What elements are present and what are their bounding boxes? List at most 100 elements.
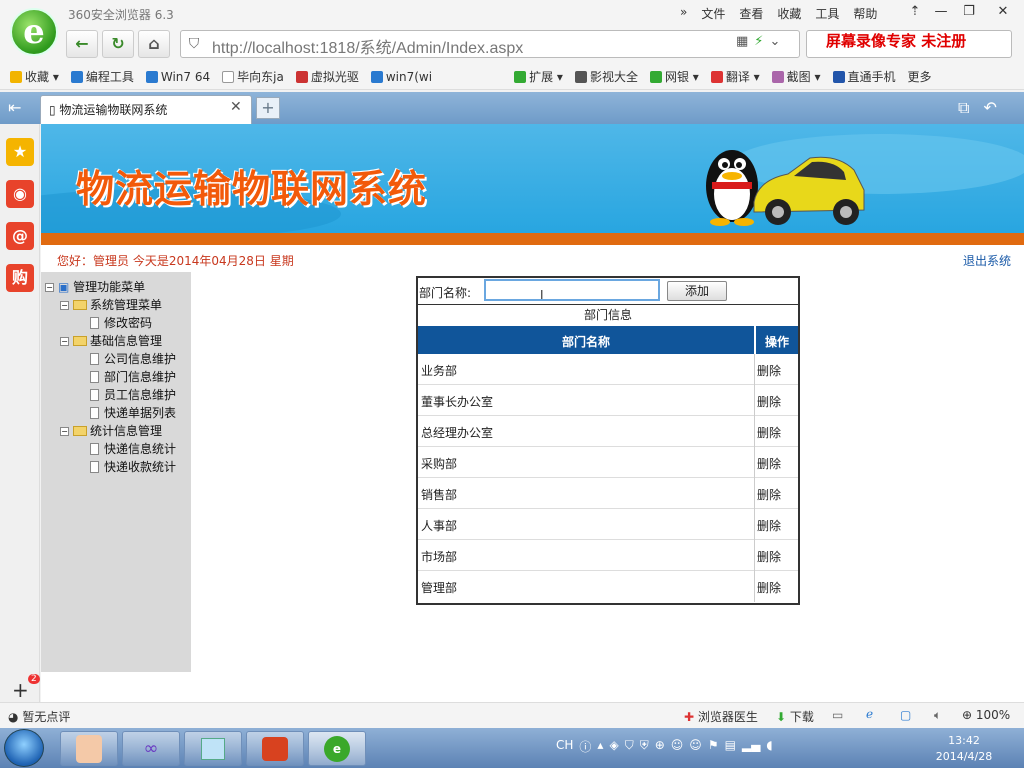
delete-link[interactable]: 删除 [757, 455, 781, 472]
undo-close-icon[interactable]: ↶ [983, 98, 996, 118]
tree-item-payment-stats[interactable]: 快递收款统计 [90, 458, 176, 475]
download-button[interactable]: ⬇ 下载 [776, 708, 814, 725]
window-icon[interactable]: ▢ [900, 708, 911, 722]
address-url[interactable]: http://localhost:1818/系统/Admin/Index.asp… [212, 34, 523, 58]
restore-icon[interactable]: ❐ [954, 2, 984, 22]
bookmark-item[interactable]: 影视大全 [574, 68, 638, 85]
tree-item-department[interactable]: 部门信息维护 [90, 368, 176, 385]
sidebar-toggle-icon[interactable]: ⇤ [8, 98, 21, 117]
device-icon[interactable]: ▤ [725, 738, 736, 755]
logout-link[interactable]: 退出系统 [963, 252, 1011, 269]
menu-more[interactable]: » [680, 5, 687, 22]
taskbar-app-browser[interactable]: e [308, 731, 366, 766]
qq-icon[interactable]: ☺ [689, 738, 702, 755]
add-button[interactable]: 添加 [667, 281, 727, 301]
browser-menu-bar: » 文件 查看 收藏 工具 帮助 [680, 5, 877, 22]
close-window-icon[interactable]: ✕ [988, 2, 1018, 22]
tree-item-express-list[interactable]: 快递单据列表 [90, 404, 176, 421]
tree-group-basic[interactable]: − 基础信息管理 [60, 332, 162, 349]
video-icon [574, 71, 587, 83]
ie-icon[interactable]: ℯ [866, 707, 873, 721]
bookmark-item[interactable]: win7(wi [370, 70, 432, 84]
delete-link[interactable]: 删除 [757, 424, 781, 441]
home-icon[interactable]: ⌂ [138, 30, 170, 58]
tree-group-system[interactable]: − 系统管理菜单 [60, 296, 162, 313]
delete-link[interactable]: 删除 [757, 579, 781, 596]
bookmark-item[interactable]: 网银 ▾ [649, 68, 699, 85]
bookmark-extensions[interactable]: 扩展 ▾ [514, 68, 563, 85]
bookmark-item[interactable]: 虚拟光驱 [295, 68, 359, 85]
bookmark-more[interactable]: 更多 [908, 68, 932, 85]
tree-item-express-stats[interactable]: 快递信息统计 [90, 440, 176, 457]
add-sidebar-icon[interactable]: + [12, 678, 29, 702]
tree-item-company[interactable]: 公司信息维护 [90, 350, 176, 367]
collapse-icon[interactable]: − [45, 283, 54, 292]
favorites-star-icon[interactable]: ★ [6, 138, 34, 166]
bookmark-item[interactable]: 毕向东ja [222, 68, 284, 85]
tray-arrow-icon[interactable]: ▴ [597, 738, 603, 755]
collapse-icon[interactable]: − [60, 301, 69, 310]
mail-icon[interactable]: @ [6, 222, 34, 250]
back-arrow-icon[interactable]: ← [66, 30, 98, 58]
shield-icon[interactable]: ⛉ [625, 738, 634, 755]
delete-link[interactable]: 删除 [757, 548, 781, 565]
refresh-icon[interactable]: ↻ [102, 30, 134, 58]
menu-view[interactable]: 查看 [739, 5, 763, 22]
ime-indicator[interactable]: CH [556, 738, 573, 755]
tree-group-stats[interactable]: − 统计信息管理 [60, 422, 162, 439]
flag-icon[interactable]: ⚑ [708, 738, 719, 755]
delete-link[interactable]: 删除 [757, 393, 781, 410]
bookmark-item[interactable]: 截图 ▾ [771, 68, 821, 85]
weibo-icon[interactable]: ◉ [6, 180, 34, 208]
bookmark-item[interactable]: Win7 64 [145, 70, 210, 84]
taskbar-app-recorder[interactable] [246, 731, 304, 766]
tree-item-employee[interactable]: 员工信息维护 [90, 386, 176, 403]
tree-item-change-password[interactable]: 修改密码 [90, 314, 152, 331]
tree-root[interactable]: − ▣ 管理功能菜单 [45, 278, 145, 295]
department-name-cell: 总经理办公室 [421, 426, 494, 440]
delete-link[interactable]: 删除 [757, 517, 781, 534]
collapse-icon[interactable]: − [60, 337, 69, 346]
browser-logo-icon[interactable]: e [10, 8, 58, 56]
network-icon[interactable]: ◈ [609, 738, 618, 755]
shield-icon[interactable]: ⛉ [184, 34, 204, 54]
menu-tools[interactable]: 工具 [815, 5, 839, 22]
tab-active[interactable]: ▯ 物流运输物联网系统 [40, 95, 252, 124]
rating-status[interactable]: ◕ 暂无点评 [8, 708, 70, 725]
delete-link[interactable]: 删除 [757, 486, 781, 503]
browser-doctor[interactable]: ✚ 浏览器医生 [684, 708, 758, 725]
menu-file[interactable]: 文件 [701, 5, 725, 22]
shopping-icon[interactable]: 购 [6, 264, 34, 292]
minimize-icon[interactable]: — [926, 2, 956, 22]
plus-icon[interactable]: ⊕ [655, 738, 665, 755]
volume-icon[interactable]: 🔈︎ [934, 708, 941, 723]
qq-icon[interactable]: ☺ [671, 738, 684, 755]
new-tab-button[interactable]: + [256, 97, 280, 119]
taskbar-clock[interactable]: 13:42 2014/4/28 [924, 733, 1004, 765]
bookmark-item[interactable]: 翻译 ▾ [710, 68, 760, 85]
help-icon[interactable]: ⓘ [579, 738, 591, 755]
close-tab-icon[interactable]: ✕ [230, 99, 242, 115]
menu-favorites[interactable]: 收藏 [777, 5, 801, 22]
taskbar-app-photo[interactable] [60, 731, 118, 766]
department-name-input[interactable] [484, 279, 660, 301]
taskbar-app-vs[interactable]: ∞ [122, 731, 180, 766]
windows-start-icon[interactable] [4, 729, 44, 767]
qrcode-icon[interactable]: ▦ [736, 34, 748, 49]
volume-icon[interactable]: ◖ [766, 738, 772, 755]
tab-list-icon[interactable]: ⧉ [958, 98, 969, 118]
lightning-icon[interactable]: ⚡ [754, 34, 763, 49]
collapse-icon[interactable]: − [60, 427, 69, 436]
delete-link[interactable]: 删除 [757, 362, 781, 379]
bookmark-favorites[interactable]: 收藏 ▾ [10, 68, 59, 85]
bookmark-item[interactable]: 直通手机 [832, 68, 896, 85]
department-name-cell: 市场部 [421, 550, 458, 564]
chat-icon[interactable]: ▭ [832, 708, 843, 722]
taskbar-app-notepad[interactable] [184, 731, 242, 766]
bookmark-item[interactable]: 编程工具 [70, 68, 134, 85]
menu-help[interactable]: 帮助 [853, 5, 877, 22]
chevron-down-icon[interactable]: ⌄ [769, 34, 780, 49]
security-icon[interactable]: ⛨ [640, 738, 649, 755]
signal-icon[interactable]: ▂▄ [742, 738, 760, 755]
zoom-control[interactable]: ⊕ 100% [962, 708, 1010, 722]
